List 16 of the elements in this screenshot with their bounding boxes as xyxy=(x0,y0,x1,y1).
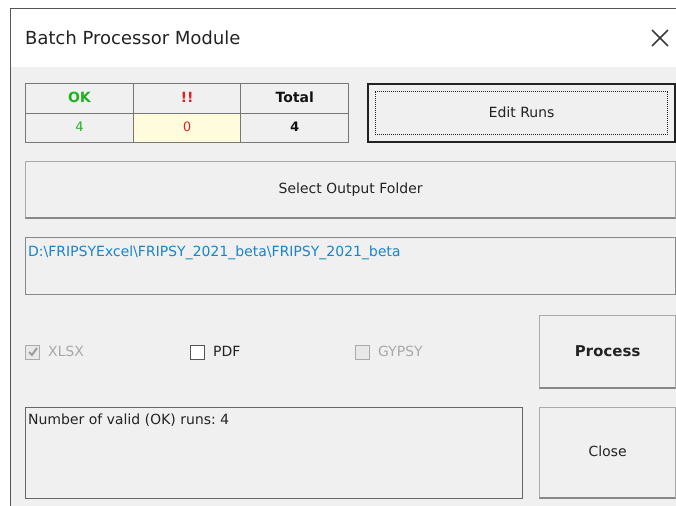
count-header: !! xyxy=(134,84,240,114)
select-folder-button[interactable]: Select Output Folder xyxy=(25,161,676,219)
check-icon xyxy=(26,346,38,358)
close-button[interactable]: Close xyxy=(539,407,676,499)
status-box: Number of valid (OK) runs: 4 xyxy=(25,407,523,499)
count-header: Total xyxy=(241,84,348,114)
output-path-field: D:\FRIPSYExcel\FRIPSY_2021_beta\FRIPSY_2021_beta xyxy=(25,237,676,295)
count-value: 4 xyxy=(26,114,133,142)
count-header: OK xyxy=(26,84,133,114)
window-title: Batch Processor Module xyxy=(25,26,240,50)
count-value: 4 xyxy=(241,114,348,142)
count-value: 0 xyxy=(134,114,240,142)
option-checkbox[interactable]: PDF xyxy=(190,342,355,362)
edit-runs-button[interactable]: Edit Runs xyxy=(367,83,676,143)
close-icon[interactable] xyxy=(650,28,670,48)
process-button[interactable]: Process xyxy=(539,315,676,389)
